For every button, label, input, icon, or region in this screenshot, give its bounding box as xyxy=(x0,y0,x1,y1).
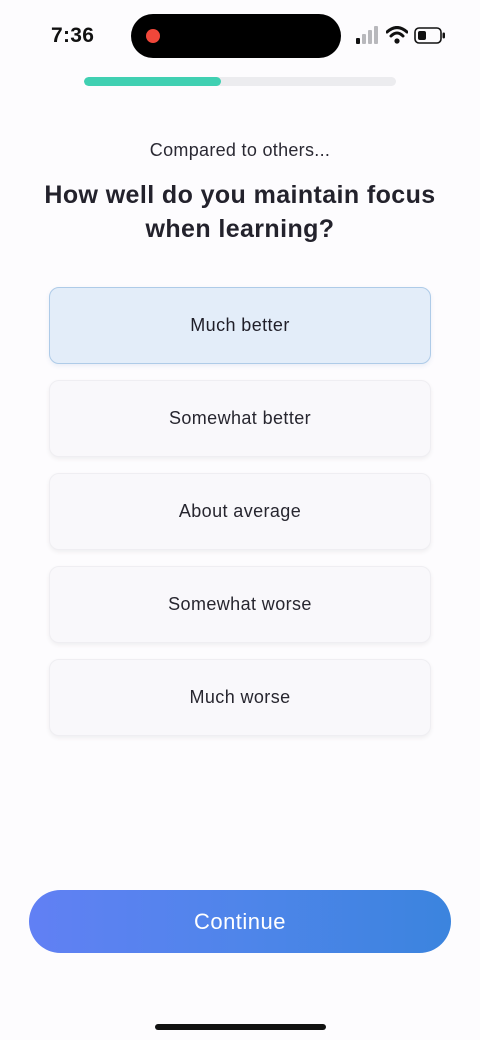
home-indicator xyxy=(155,1024,326,1030)
option-label: Much worse xyxy=(189,687,291,707)
option-about-average[interactable]: About average xyxy=(49,473,431,550)
recording-indicator-icon xyxy=(146,29,160,43)
dynamic-island xyxy=(131,14,341,58)
continue-button[interactable]: Continue xyxy=(29,890,451,953)
progress-bar xyxy=(84,77,396,86)
option-somewhat-better[interactable]: Somewhat better xyxy=(49,380,431,457)
cellular-signal-icon xyxy=(356,26,378,44)
status-time: 7:36 xyxy=(51,24,95,47)
question-subtitle: Compared to others... xyxy=(149,140,331,160)
progress-bar-fill xyxy=(84,77,222,86)
battery-icon xyxy=(414,27,445,44)
screen: 7:36 Compared to others... How well do y… xyxy=(0,0,480,1040)
option-much-better[interactable]: Much better xyxy=(49,287,431,364)
option-label: Much better xyxy=(190,315,290,335)
answer-options: Much better Somewhat better About averag… xyxy=(49,287,431,752)
option-label: About average xyxy=(178,501,302,521)
option-somewhat-worse[interactable]: Somewhat worse xyxy=(49,566,431,643)
option-label: Somewhat better xyxy=(168,408,312,428)
wifi-icon xyxy=(386,26,408,44)
option-much-worse[interactable]: Much worse xyxy=(49,659,431,736)
option-label: Somewhat worse xyxy=(168,594,312,614)
question-title: How well do you maintain focus when lear… xyxy=(44,181,436,243)
